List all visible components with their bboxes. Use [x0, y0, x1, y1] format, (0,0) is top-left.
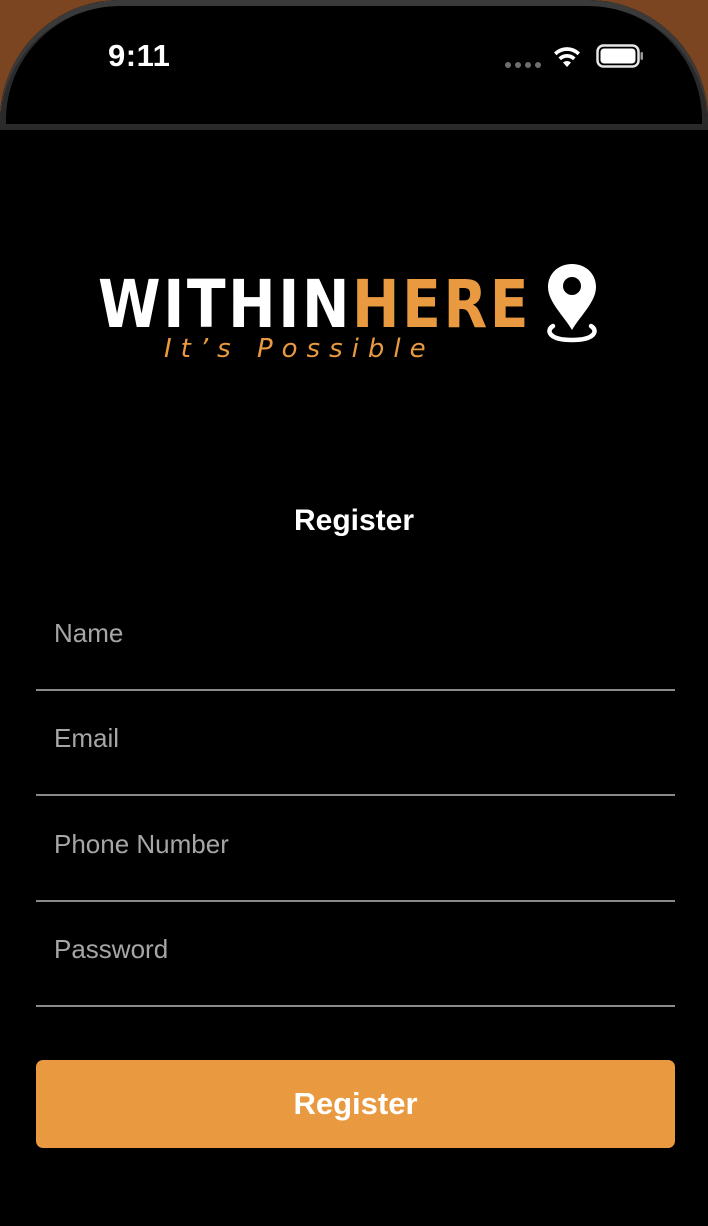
status-bar: 9:11 [0, 0, 708, 110]
phone-field [36, 797, 675, 902]
app-logo: WITHINHERE It’s Possible [98, 258, 603, 368]
register-button[interactable]: Register [36, 1060, 675, 1148]
status-time: 9:11 [108, 38, 171, 73]
page-title: Register [293, 504, 415, 537]
app-screen: 9:11 WITHINHERE It’s Possible Register N… [0, 0, 708, 1226]
wifi-icon [554, 47, 580, 67]
map-pin-icon [547, 264, 597, 343]
signal-dots-icon [505, 62, 541, 68]
battery-icon [596, 44, 643, 68]
phone-number-input[interactable] [54, 821, 665, 867]
name-field [36, 586, 675, 691]
email-field [36, 691, 675, 796]
logo-wordmark: WITHINHERE [98, 272, 531, 338]
name-input[interactable] [54, 610, 665, 656]
logo-word-here: HERE [352, 266, 532, 343]
email-input[interactable] [54, 715, 665, 761]
logo-tagline: It’s Possible [164, 334, 435, 364]
password-input[interactable] [54, 926, 665, 972]
logo-word-within: WITHIN [98, 266, 353, 343]
password-field [36, 902, 675, 1007]
